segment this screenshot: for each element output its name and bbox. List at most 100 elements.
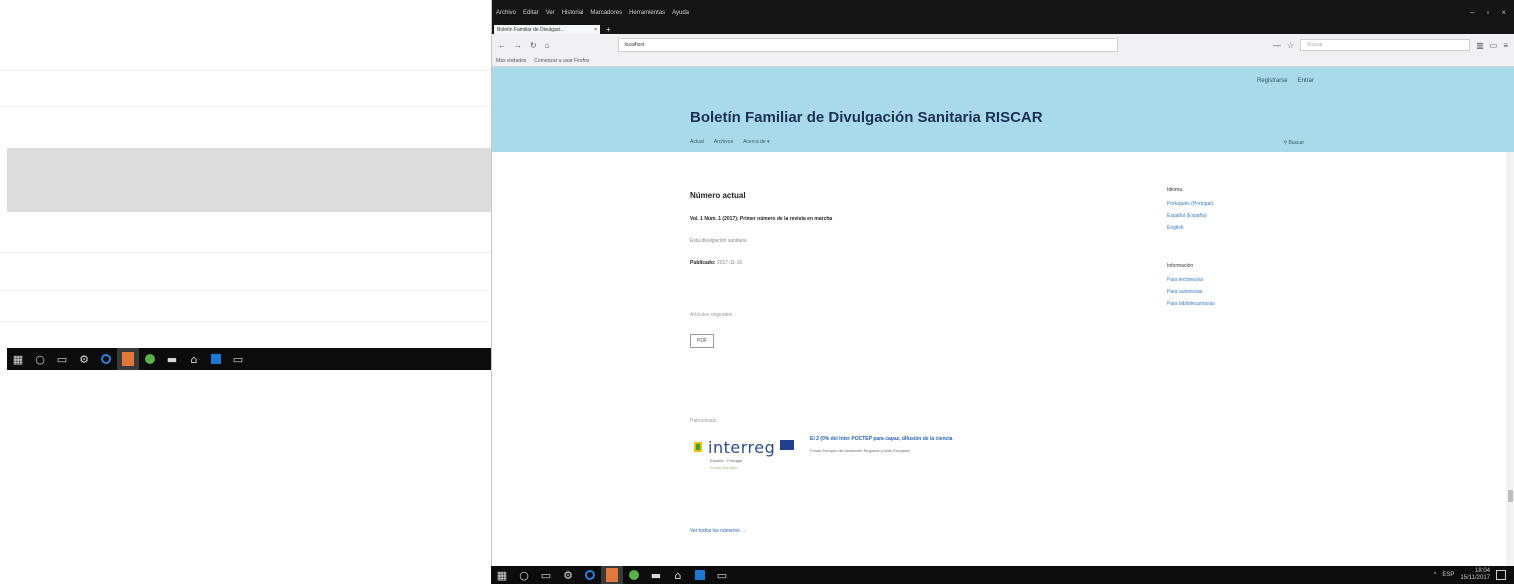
articles-heading: Artículos originales [690,312,733,318]
bookmark-star-icon[interactable]: ☆ [1287,41,1294,50]
zoom-indicator[interactable]: — [1273,41,1281,50]
language-indicator[interactable]: ESP [1442,572,1454,578]
minimize-icon[interactable]: – [1470,8,1474,17]
issue-title[interactable]: Vol. 1 Núm. 1 (2017): Primer número de l… [690,216,1110,222]
sponsor-row: interreg España - Portugal Fondo Europeo… [690,434,1110,478]
maximize-icon[interactable]: ▫ [1486,8,1489,17]
menu-item[interactable]: Editar [523,10,539,16]
menu-icon[interactable]: ≡ [1503,41,1508,50]
folder-icon[interactable]: ▬ [645,566,667,584]
task-view-icon[interactable]: ▭ [51,348,73,370]
clock[interactable]: 18:04 15/11/2017 [1460,568,1490,582]
url-bar[interactable]: localhost [617,38,1118,52]
outlook-icon[interactable] [205,348,227,370]
published-date: 2017-11-15 [716,260,743,266]
scrollbar-thumb[interactable] [1508,490,1513,502]
bookmark-item[interactable]: Comenzar a usar Firefox [534,58,589,64]
close-tab-icon[interactable]: × [594,27,597,33]
store-icon[interactable]: ⌂ [183,348,205,370]
notification-icon[interactable] [1496,570,1506,580]
info-link[interactable]: Para bibliotecarios/as [1167,301,1287,307]
divider [0,321,491,322]
chevron-up-icon[interactable]: ^ [1434,572,1437,578]
chrome-icon[interactable] [139,348,161,370]
browser-window: Archivo Editar Ver Historial Marcadores … [491,0,1514,566]
nav-archives[interactable]: Archivos [714,139,733,145]
nav-current[interactable]: Actual [690,139,704,145]
settings-icon[interactable]: ⚙ [73,348,95,370]
site-title[interactable]: Boletín Familiar de Divulgación Sanitari… [690,109,1043,126]
home-icon[interactable]: ⌂ [545,41,550,50]
search-icon: ⚲ [1283,140,1288,146]
clock-time: 18:04 [1474,568,1490,574]
divider [0,106,491,107]
menu-item[interactable]: Herramientas [629,10,665,16]
back-icon[interactable]: ← [498,41,506,50]
highlight-band [7,148,491,212]
windows-start-icon[interactable]: ▦ [491,566,513,584]
windows-start-icon[interactable]: ▦ [7,348,29,370]
browser-tab[interactable]: Boletín Familiar de Divulgaci... × [494,25,600,34]
task-view-icon[interactable]: ▭ [535,566,557,584]
menu-item[interactable]: Archivo [496,10,516,16]
new-tab-icon[interactable]: + [600,25,611,34]
language-block-title: Idioma [1167,187,1183,193]
firefox-icon[interactable] [601,566,623,584]
menu-item[interactable]: Marcadores [590,10,622,16]
divider [0,290,491,291]
reload-icon[interactable]: ↻ [530,41,537,50]
interreg-logo[interactable]: interreg España - Portugal Fondo Europeo [690,434,798,478]
menu-item[interactable]: Ver [546,10,555,16]
library-icon[interactable]: ▥ [1476,41,1484,50]
edge-icon[interactable] [579,566,601,584]
edge-icon[interactable] [95,348,117,370]
sponsor-text: El 2 (0% del Inter POCTEP para capaz, di… [810,434,952,453]
pdf-button[interactable]: PDF [690,334,714,348]
web-page: Registrarse Entrar Boletín Familiar de D… [492,67,1514,566]
terminal-icon[interactable]: ▭ [227,348,249,370]
outlook-icon[interactable] [689,566,711,584]
clock-date: 15/11/2017 [1460,575,1490,581]
forward-icon[interactable]: → [514,41,522,50]
register-link[interactable]: Registrarse [1257,78,1288,84]
sidebar-icon[interactable]: ▭ [1490,41,1498,50]
page-scrollbar[interactable] [1506,152,1514,566]
section-title: Número actual [690,191,746,200]
terminal-icon[interactable]: ▭ [711,566,733,584]
store-icon[interactable]: ⌂ [667,566,689,584]
sponsor-link[interactable]: El 2 (0% del Inter POCTEP para capaz, di… [810,436,952,442]
search-icon[interactable]: ○ [513,566,535,584]
language-link[interactable]: English [1167,225,1287,231]
folder-icon[interactable]: ▬ [161,348,183,370]
language-link[interactable]: Português (Portugal) [1167,201,1287,207]
window-controls: – ▫ × [1470,8,1514,17]
nav-about[interactable]: Acerca de ▾ [743,139,769,145]
view-all-issues-link[interactable]: Ver todos los números → [690,528,1110,534]
close-icon[interactable]: × [1501,8,1506,17]
header-search[interactable]: ⚲ Buscar [1283,140,1304,146]
sponsors-heading: Patrocinado [690,418,717,424]
search-icon[interactable]: ○ [29,348,51,370]
login-link[interactable]: Entrar [1298,78,1314,84]
settings-icon[interactable]: ⚙ [557,566,579,584]
language-link[interactable]: Español (España) [1167,213,1287,219]
published-label: Publicado: [690,260,716,266]
site-header: Registrarse Entrar Boletín Familiar de D… [492,67,1514,152]
logo-subtitle-2: Fondo Europeo [710,465,738,470]
tab-strip: Boletín Familiar de Divulgaci... × + [492,25,1514,34]
bookmark-item[interactable]: Más visitados [496,58,526,64]
chrome-icon[interactable] [623,566,645,584]
info-link[interactable]: Para autores/as [1167,289,1287,295]
tab-title: Boletín Familiar de Divulgaci... [497,26,565,33]
divider [0,252,491,253]
search-bar[interactable]: Buscar [1300,39,1471,51]
info-link[interactable]: Para lectores/as [1167,277,1287,283]
divider [0,70,491,71]
information-block-title: Información [1167,263,1194,269]
search-label: Buscar [1288,140,1304,146]
menu-item[interactable]: Ayuda [672,10,689,16]
sidebar: Idioma Português (Portugal) Español (Esp… [1167,187,1287,313]
firefox-icon[interactable] [117,348,139,370]
main-taskbar: ▦ ○ ▭ ⚙ ▬ ⌂ ▭ ^ ESP 18:04 15/11/2017 [491,566,1514,584]
menu-item[interactable]: Historial [562,10,584,16]
